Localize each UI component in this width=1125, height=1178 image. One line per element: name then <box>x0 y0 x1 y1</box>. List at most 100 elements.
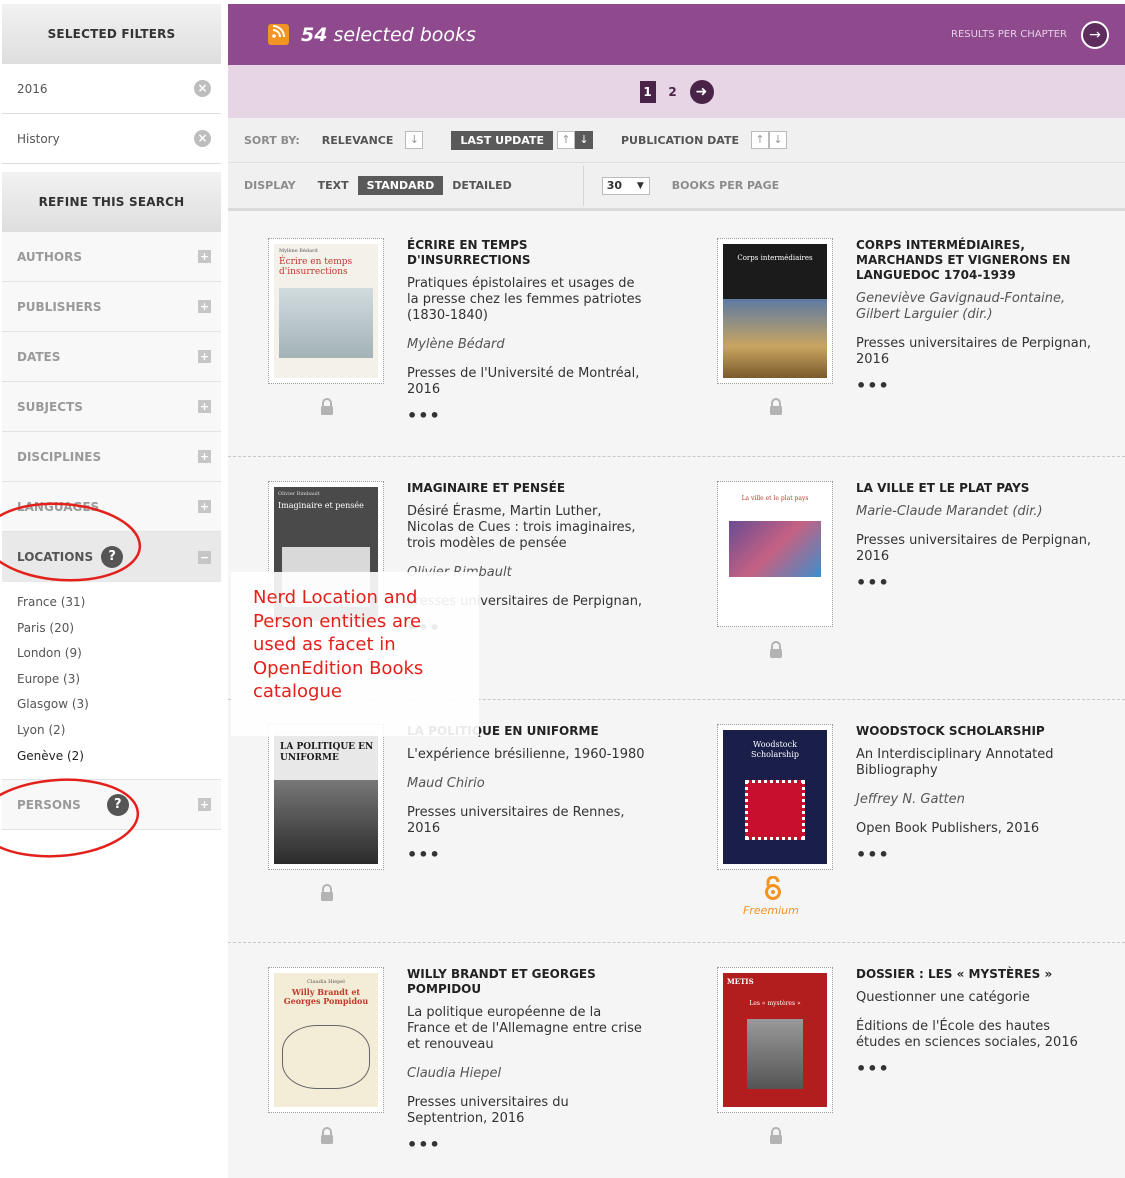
facet-dates[interactable]: DATES + <box>2 332 221 382</box>
pagination: 1 2 ➜ <box>228 65 1125 118</box>
book-title[interactable]: DOSSIER : LES « MYSTÈRES » <box>856 967 1096 982</box>
facet-persons[interactable]: PERSONS ? + <box>2 780 221 831</box>
book-author[interactable]: Geneviève Gavignaud-Fontaine, Gilbert La… <box>856 291 1096 323</box>
more-icon[interactable]: ••• <box>856 573 1096 592</box>
book-title[interactable]: IMAGINAIRE ET PENSÉE <box>407 481 647 496</box>
arrow-down-icon[interactable]: ↓ <box>574 131 593 149</box>
refine-search-title: REFINE THIS SEARCH <box>2 172 221 232</box>
book-cover[interactable]: LA POLITIQUE EN UNIFORME <box>268 724 384 870</box>
book-subtitle: Questionner une catégorie <box>856 990 1030 1005</box>
facet-disciplines[interactable]: DISCIPLINES + <box>2 432 221 482</box>
book-author[interactable]: Marie-Claude Marandet (dir.) <box>856 504 1096 520</box>
collapse-minus-icon[interactable]: − <box>198 550 211 564</box>
book-publisher: Presses universitaires de Perpignan, 201… <box>856 533 1092 564</box>
location-item[interactable]: Lyon (2) <box>17 718 221 744</box>
more-icon[interactable]: ••• <box>407 845 647 864</box>
arrow-up-icon[interactable]: ↑ <box>750 131 769 149</box>
facet-publishers[interactable]: PUBLISHERS + <box>2 282 221 332</box>
sort-last-update[interactable]: LAST UPDATE <box>451 130 553 150</box>
display-detailed[interactable]: DETAILED <box>443 176 521 195</box>
expand-plus-icon[interactable]: + <box>198 350 211 363</box>
book-title[interactable]: WILLY BRANDT ET GEORGES POMPIDOU <box>407 967 647 997</box>
more-icon[interactable]: ••• <box>407 1135 647 1154</box>
next-page-icon[interactable]: ➜ <box>689 79 714 104</box>
remove-filter-icon[interactable]: × <box>194 80 211 97</box>
annotation-line: used as facet in <box>253 634 396 655</box>
book-title[interactable]: LA VILLE ET LE PLAT PAYS <box>856 481 1096 496</box>
arrow-down-icon[interactable]: ↓ <box>768 131 787 149</box>
location-item[interactable]: Europe (3) <box>17 667 221 693</box>
book-publisher: Presses de l'Université de Montréal, 201… <box>407 366 640 397</box>
book-cover[interactable]: Woodstock Scholarship <box>717 724 833 870</box>
book-author[interactable]: Claudia Hiepel <box>407 1066 647 1082</box>
facet-locations[interactable]: LOCATIONS ? − <box>2 532 221 582</box>
location-item[interactable]: Genève (2) <box>17 744 221 770</box>
cover-illustration <box>747 1019 803 1089</box>
help-icon[interactable]: ? <box>101 546 124 568</box>
book-cover[interactable]: Mylène Bédard Écrire en temps d'insurrec… <box>268 238 384 384</box>
cover-illustration <box>282 1025 370 1089</box>
expand-plus-icon[interactable]: + <box>198 500 211 513</box>
location-item[interactable]: Paris (20) <box>17 616 221 642</box>
display-text[interactable]: TEXT <box>318 176 358 195</box>
cover-art: METIS Les « mystères » <box>723 973 827 1107</box>
sort-relevance[interactable]: RELEVANCE <box>322 134 394 147</box>
more-icon[interactable]: ••• <box>856 1059 1096 1078</box>
help-icon[interactable]: ? <box>106 793 129 816</box>
book-item: LA POLITIQUE EN UNIFORME LA POLITIQUE EN… <box>268 724 688 924</box>
sort-last-update-arrows: ↑ ↓ <box>556 131 593 149</box>
book-title[interactable]: ÉCRIRE EN TEMPS D'INSURRECTIONS <box>407 238 647 268</box>
location-item[interactable]: France (31) <box>17 590 221 616</box>
book-title[interactable]: CORPS INTERMÉDIAIRES, MARCHANDS ET VIGNE… <box>856 238 1096 283</box>
page-link[interactable]: 2 <box>666 85 680 99</box>
cover-title: Woodstock Scholarship <box>750 740 800 759</box>
display-standard[interactable]: STANDARD <box>357 176 444 195</box>
locations-list: France (31) Paris (20) London (9) Europe… <box>2 582 221 781</box>
book-cover[interactable]: La ville et le plat pays <box>717 481 833 627</box>
rss-icon[interactable] <box>268 24 289 45</box>
results-per-chapter-link[interactable]: RESULTS PER CHAPTER → <box>951 20 1109 49</box>
arrow-right-icon[interactable]: → <box>1081 20 1109 49</box>
more-icon[interactable]: ••• <box>856 845 1096 864</box>
cover-journal: METIS <box>727 977 754 986</box>
display-bar: DISPLAY TEXT STANDARD DETAILED 30 ▼ BOOKS… <box>228 163 1125 211</box>
expand-plus-icon[interactable]: + <box>198 450 211 463</box>
cover-title: Willy Brandt et Georges Pompidou <box>283 987 369 1006</box>
per-page-label: BOOKS PER PAGE <box>671 179 780 192</box>
selected-filters-title: SELECTED FILTERS <box>2 4 221 64</box>
facet-languages[interactable]: LANGUAGES + <box>2 482 221 532</box>
facet-authors[interactable]: AUTHORS + <box>2 232 221 282</box>
expand-plus-icon[interactable]: + <box>198 300 211 313</box>
book-author[interactable]: Jeffrey N. Gatten <box>856 792 1096 808</box>
book-item: Woodstock Scholarship Freemium WOODSTOCK… <box>717 724 1125 924</box>
sidebar: SELECTED FILTERS 2016 × History × REFINE… <box>2 4 221 831</box>
more-icon[interactable]: ••• <box>856 376 1096 395</box>
facet-label-group: LOCATIONS ? <box>17 546 124 568</box>
book-cover[interactable]: METIS Les « mystères » <box>717 967 833 1113</box>
cover-art: La ville et le plat pays <box>723 487 827 621</box>
location-item[interactable]: Glasgow (3) <box>17 692 221 718</box>
facet-subjects[interactable]: SUBJECTS + <box>2 382 221 432</box>
display-label: DISPLAY <box>244 179 296 192</box>
arrow-up-icon[interactable]: ↑ <box>556 131 575 149</box>
book-title[interactable]: WOODSTOCK SCHOLARSHIP <box>856 724 1096 739</box>
location-item[interactable]: London (9) <box>17 641 221 667</box>
cover-title: Corps intermédiaires <box>737 254 813 262</box>
expand-plus-icon[interactable]: + <box>198 400 211 413</box>
remove-filter-icon[interactable]: × <box>194 130 211 147</box>
filter-history: History × <box>2 114 221 164</box>
book-cover[interactable]: Corps intermédiaires <box>717 238 833 384</box>
sort-publication-date[interactable]: PUBLICATION DATE <box>621 134 739 147</box>
book-author[interactable]: Mylène Bédard <box>407 337 647 353</box>
sort-relevance-arrows: ↓ <box>405 131 424 149</box>
arrow-down-icon[interactable]: ↓ <box>405 131 424 149</box>
more-icon[interactable]: ••• <box>407 406 647 425</box>
book-subtitle: La politique européenne de la France et … <box>407 1005 642 1052</box>
divider <box>582 165 584 206</box>
book-cover[interactable]: Claudia Hiepel Willy Brandt et Georges P… <box>268 967 384 1113</box>
cover-art: Woodstock Scholarship <box>723 730 827 864</box>
expand-plus-icon[interactable]: + <box>198 250 211 263</box>
expand-plus-icon[interactable]: + <box>198 798 211 812</box>
book-author[interactable]: Maud Chirio <box>407 776 647 792</box>
per-page-select[interactable]: 30 ▼ <box>601 176 650 195</box>
